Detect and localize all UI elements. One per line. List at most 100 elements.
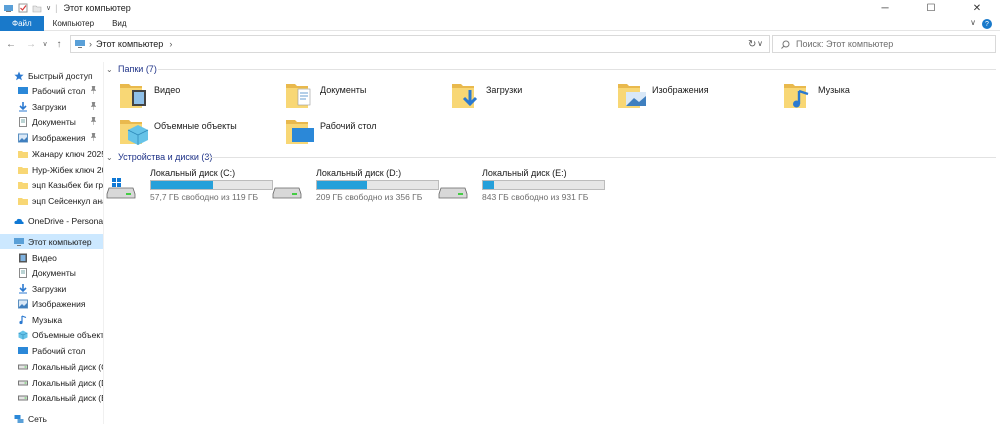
sidebar-item[interactable]: Жанару ключ 2025 xyxy=(0,146,103,161)
sidebar-item-label: Этот компьютер xyxy=(28,236,92,247)
window-title: Этот компьютер xyxy=(63,3,131,13)
tab-view[interactable]: Вид xyxy=(103,16,135,31)
3d-objects-folder-icon xyxy=(118,116,150,146)
sidebar-item[interactable]: Сеть xyxy=(0,411,103,424)
sidebar-item-label: Сеть xyxy=(28,413,47,424)
expand-ribbon-button[interactable]: ∨ xyxy=(970,18,976,27)
forward-button[interactable]: → xyxy=(24,39,38,50)
drive-tile[interactable]: Локальный диск (C:) 57,7 ГБ свободно из 1… xyxy=(106,168,276,202)
address-separator-end[interactable]: › xyxy=(169,39,172,49)
sidebar-item[interactable]: Видео xyxy=(0,250,103,265)
sidebar-item-label: Локальный диск (C:) xyxy=(32,361,103,372)
sidebar-item-label: эцп Казыбек би гр xyxy=(32,179,103,190)
sidebar-item[interactable]: Рабочий стол xyxy=(0,343,103,358)
sidebar-item-label: Загрузки xyxy=(32,101,67,112)
properties-icon[interactable] xyxy=(18,3,28,13)
star-icon xyxy=(14,71,24,80)
chevron-down-icon: ⌄ xyxy=(106,64,113,74)
tab-file[interactable]: Файл xyxy=(0,15,44,31)
sidebar-item[interactable]: Быстрый доступ xyxy=(0,68,103,83)
sidebar-item-label: Документы xyxy=(32,267,76,278)
recent-locations-button[interactable]: ∨ xyxy=(38,40,52,48)
drive-name: Локальный диск (D:) xyxy=(316,168,402,178)
documents-icon xyxy=(19,267,27,278)
folder-tile[interactable]: Документы xyxy=(284,78,366,112)
3d-objects-icon xyxy=(18,330,28,339)
sidebar-item-label: OneDrive - Personal xyxy=(28,215,103,226)
sidebar-item-label: эцп Сейсенкул ана xyxy=(32,195,103,206)
search-input[interactable]: Поиск: Этот компьютер xyxy=(796,39,893,49)
folder-tile[interactable]: Загрузки xyxy=(450,78,522,112)
tab-computer[interactable]: Компьютер xyxy=(44,16,103,31)
sidebar-item-label: Локальный диск (E:) xyxy=(32,392,103,403)
help-icon[interactable]: ? xyxy=(982,19,992,29)
sidebar-item[interactable]: Локальный диск (C:) xyxy=(0,359,103,374)
drives-group-header[interactable]: ⌄ Устройства и диски (3) xyxy=(106,150,212,164)
qat-dropdown[interactable]: ∨ xyxy=(46,4,51,12)
sidebar-item-label: Быстрый доступ xyxy=(28,70,93,81)
sidebar-item-label: Загрузки xyxy=(32,283,67,294)
maximize-button[interactable]: ☐ xyxy=(908,0,954,16)
sidebar-item-label: Жанару ключ 2025 xyxy=(32,148,103,159)
address-path[interactable]: Этот компьютер xyxy=(96,39,163,49)
folder-tile[interactable]: Рабочий стол xyxy=(284,114,377,148)
documents-icon xyxy=(19,116,27,127)
drive-tile[interactable]: Локальный диск (D:) 209 ГБ свободно из 35… xyxy=(272,168,442,202)
drive-tile[interactable]: Локальный диск (E:) 843 ГБ свободно из 93… xyxy=(438,168,608,202)
windows-drive-icon xyxy=(106,176,136,200)
pin-icon xyxy=(90,101,97,112)
sidebar-item[interactable]: Изображения xyxy=(0,296,103,311)
folder-label: Рабочий стол xyxy=(320,121,377,131)
back-button[interactable]: ← xyxy=(4,39,18,50)
minimize-button[interactable]: ─ xyxy=(862,0,908,16)
folder-tile[interactable]: Объемные объекты xyxy=(118,114,237,148)
ribbon-tabs: Файл Компьютер Вид ∨ ? xyxy=(0,15,1000,31)
folder-icon xyxy=(18,150,28,158)
sidebar-item[interactable]: Объемные объекты xyxy=(0,327,103,342)
folder-label: Объемные объекты xyxy=(154,121,237,131)
folder-tile[interactable]: Изображения xyxy=(616,78,709,112)
drive-free-space: 209 ГБ свободно из 356 ГБ xyxy=(316,192,423,202)
sidebar-item-label: Музыка xyxy=(32,314,63,325)
sidebar-item-label: Объемные объекты xyxy=(32,329,103,340)
pictures-folder-icon xyxy=(616,80,648,110)
address-bar[interactable]: › Этот компьютер › ∨ xyxy=(70,35,770,53)
window-controls: ─ ☐ ✕ xyxy=(862,0,1000,16)
new-folder-icon[interactable] xyxy=(32,3,42,13)
folder-tile[interactable]: Видео xyxy=(118,78,180,112)
sidebar-item[interactable]: Локальный диск (E:) xyxy=(0,390,103,405)
search-box[interactable]: Поиск: Этот компьютер xyxy=(772,35,996,53)
sidebar-item[interactable]: Загрузки xyxy=(0,281,103,296)
sidebar-item[interactable]: Этот компьютер xyxy=(0,234,103,249)
folders-group-header[interactable]: ⌄ Папки (7) xyxy=(106,62,157,76)
sidebar-item[interactable]: Рабочий стол xyxy=(0,83,103,98)
sidebar-item[interactable]: Документы xyxy=(0,265,103,280)
sidebar-item[interactable]: Документы xyxy=(0,114,103,129)
refresh-button[interactable]: ↻ xyxy=(748,39,756,50)
folder-label: Музыка xyxy=(818,85,850,95)
folder-tile[interactable]: Музыка xyxy=(782,78,850,112)
computer-icon xyxy=(75,40,85,48)
sidebar-item[interactable]: Нур-Жібек ключ 20 xyxy=(0,162,103,177)
drive-usage-bar xyxy=(482,180,605,190)
address-separator[interactable]: › xyxy=(89,39,92,49)
sidebar-item[interactable]: Изображения xyxy=(0,130,103,145)
sidebar-item[interactable]: Локальный диск (D:) xyxy=(0,375,103,390)
pin-icon xyxy=(90,85,97,96)
up-button[interactable]: ↑ xyxy=(52,39,66,50)
group-divider xyxy=(158,69,996,70)
close-button[interactable]: ✕ xyxy=(954,0,1000,16)
sidebar-item[interactable]: эцп Сейсенкул ана xyxy=(0,193,103,208)
drive-free-space: 843 ГБ свободно из 931 ГБ xyxy=(482,192,589,202)
sidebar-item-label: Изображения xyxy=(32,298,86,309)
sidebar-item-label: Документы xyxy=(32,116,76,127)
drive-name: Локальный диск (C:) xyxy=(150,168,236,178)
sidebar-item[interactable]: OneDrive - Personal xyxy=(0,213,103,228)
drive-icon xyxy=(438,176,468,200)
drives-group-label: Устройства и диски (3) xyxy=(118,152,213,162)
address-dropdown[interactable]: ∨ xyxy=(757,39,763,48)
sidebar-item[interactable]: эцп Казыбек би гр xyxy=(0,177,103,192)
sidebar-item[interactable]: Загрузки xyxy=(0,99,103,114)
sidebar-item[interactable]: Музыка xyxy=(0,312,103,327)
folder-icon xyxy=(18,166,28,174)
